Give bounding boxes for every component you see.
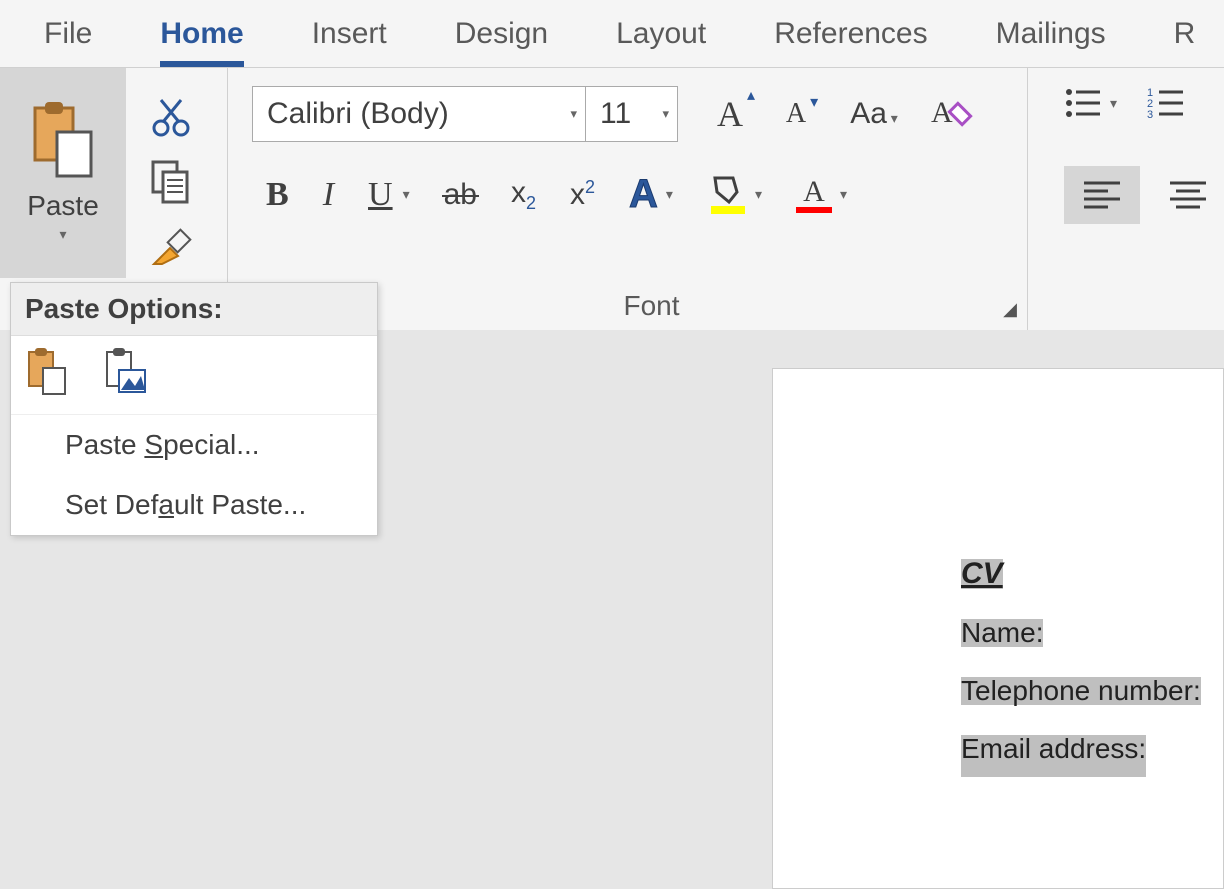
chevron-down-icon: ▾	[755, 186, 762, 203]
strikethrough-button[interactable]: ab	[444, 178, 477, 212]
cut-button[interactable]	[151, 98, 191, 138]
copy-icon	[151, 160, 191, 204]
font-dialog-launcher[interactable]: ◢	[1003, 299, 1017, 320]
bullets-icon	[1064, 86, 1102, 120]
format-painter-button[interactable]	[150, 226, 192, 268]
superscript-button[interactable]: x2	[570, 177, 595, 212]
doc-line-email: Email address:	[961, 735, 1146, 777]
tab-layout[interactable]: Layout	[582, 0, 740, 67]
chevron-down-icon: ▾	[662, 106, 669, 122]
tab-insert[interactable]: Insert	[278, 0, 421, 67]
tab-file[interactable]: File	[10, 0, 126, 67]
align-left-icon	[1082, 179, 1122, 211]
tab-mailings[interactable]: Mailings	[962, 0, 1140, 67]
tab-design[interactable]: Design	[421, 0, 582, 67]
group-paragraph: ▾ 1 2 3	[1028, 68, 1224, 330]
clipboard-paste-icon	[25, 348, 69, 396]
font-color-icon: A	[796, 177, 832, 213]
paste-dropdown-menu: Paste Options: Paste Special... Set Defa…	[10, 282, 378, 536]
document-page[interactable]: CV Name: Telephone number: Email address…	[772, 368, 1224, 889]
font-size-combo[interactable]: 11 ▾	[586, 86, 678, 142]
doc-line-tel: Telephone number:	[961, 677, 1201, 705]
tab-home[interactable]: Home	[126, 0, 277, 67]
tab-references[interactable]: References	[740, 0, 961, 67]
clipboard-picture-icon	[103, 348, 147, 396]
paste-picture-button[interactable]	[103, 348, 147, 396]
ribbon-tabs: File Home Insert Design Layout Reference…	[0, 0, 1224, 68]
change-case-button[interactable]: Aa ▾	[834, 87, 914, 141]
eraser-icon: A	[931, 94, 973, 134]
change-case-icon: Aa ▾	[850, 97, 898, 131]
highlight-button[interactable]: ▾	[707, 174, 762, 216]
underline-icon: U	[368, 176, 393, 214]
grow-font-button[interactable]: A▴	[702, 87, 758, 141]
chevron-down-icon: ▾	[403, 186, 410, 203]
chevron-down-icon	[59, 226, 66, 244]
font-name-value: Calibri (Body)	[267, 97, 449, 131]
align-center-button[interactable]	[1168, 179, 1208, 211]
paintbrush-icon	[150, 226, 192, 268]
text-effects-icon: A	[629, 172, 658, 217]
paste-menu-header: Paste Options:	[11, 283, 377, 336]
numbering-icon: 1 2 3	[1147, 86, 1185, 120]
text-effects-button[interactable]: A ▾	[629, 172, 673, 217]
paste-button[interactable]: Paste	[0, 68, 126, 278]
grow-font-icon: A▴	[717, 93, 743, 135]
chevron-down-icon: ▾	[666, 186, 673, 203]
italic-button[interactable]: I	[323, 176, 334, 214]
underline-button[interactable]: U ▾	[368, 176, 410, 214]
paste-special-menuitem[interactable]: Paste Special...	[11, 415, 377, 475]
paste-keep-source-button[interactable]	[25, 348, 69, 396]
doc-title: CV	[961, 559, 1003, 589]
chevron-down-icon: ▾	[840, 186, 847, 203]
bold-button[interactable]: B	[266, 176, 289, 214]
align-left-button[interactable]	[1064, 166, 1140, 224]
copy-button[interactable]	[151, 160, 191, 204]
numbering-button[interactable]: 1 2 3	[1147, 86, 1185, 120]
shrink-font-icon: A▾	[786, 98, 806, 130]
chevron-down-icon: ▾	[1110, 95, 1117, 112]
align-center-icon	[1168, 179, 1208, 211]
clear-formatting-button[interactable]: A	[924, 87, 980, 141]
doc-line-name: Name:	[961, 619, 1043, 647]
clipboard-icon	[27, 102, 99, 180]
paste-label: Paste	[27, 190, 99, 222]
highlight-icon	[707, 174, 747, 216]
shrink-font-button[interactable]: A▾	[768, 87, 824, 141]
bullets-button[interactable]: ▾	[1064, 86, 1117, 120]
font-size-value: 11	[600, 97, 631, 131]
set-default-paste-menuitem[interactable]: Set Default Paste...	[11, 475, 377, 535]
subscript-button[interactable]: x2	[511, 176, 536, 214]
font-name-combo[interactable]: Calibri (Body) ▾	[252, 86, 586, 142]
document-content: CV Name: Telephone number: Email address…	[961, 559, 1201, 777]
chevron-down-icon: ▾	[570, 106, 577, 122]
tab-partial[interactable]: R	[1140, 0, 1196, 67]
svg-text:3: 3	[1147, 109, 1153, 120]
scissors-icon	[151, 98, 191, 138]
font-color-button[interactable]: A ▾	[796, 177, 847, 213]
